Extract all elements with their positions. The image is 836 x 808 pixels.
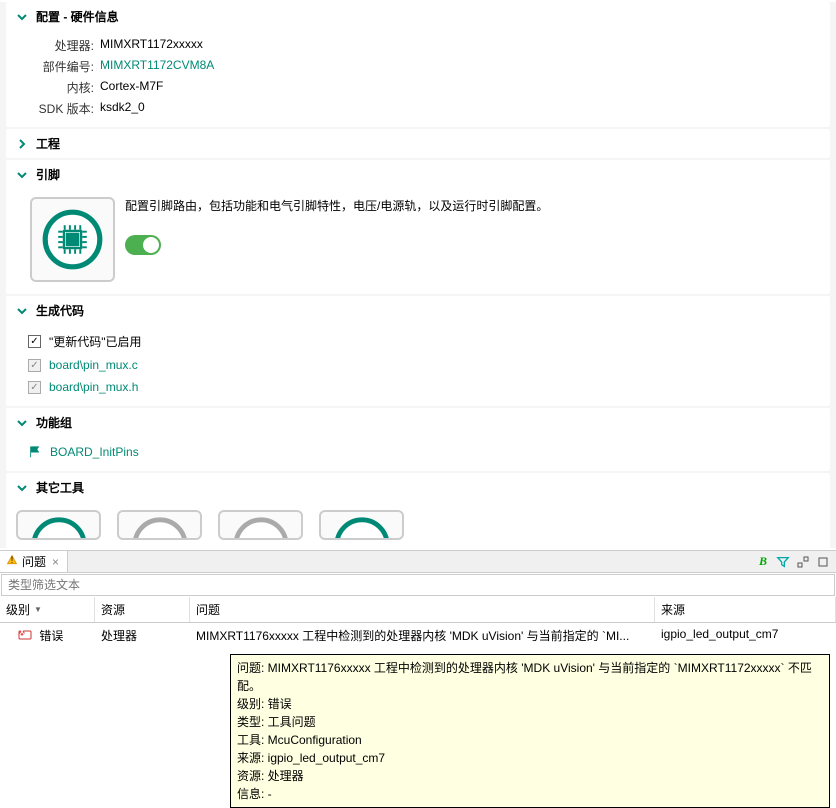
- config-header[interactable]: 配置 - 硬件信息: [6, 2, 830, 31]
- core-label: 内核:: [36, 79, 94, 96]
- tooltip-level: 级别: 错误: [237, 695, 823, 713]
- config-section: 配置 - 硬件信息 处理器: MIMXRT1172xxxxx 部件编号: MIMXR…: [6, 2, 830, 127]
- filter-button[interactable]: [774, 553, 792, 571]
- file-link[interactable]: board\pin_mux.c: [49, 358, 138, 372]
- file-checkbox[interactable]: [28, 381, 41, 394]
- tooltip-type: 类型: 工具问题: [237, 713, 823, 731]
- problems-tab[interactable]: ! 问题 ×: [0, 551, 68, 572]
- table-row[interactable]: x 错误 处理器 MIMXRT1176xxxxx 工程中检测到的处理器内核 'M…: [0, 623, 836, 648]
- other-title: 其它工具: [36, 479, 84, 496]
- resource-value: 处理器: [95, 623, 190, 648]
- maximize-icon[interactable]: [814, 553, 832, 571]
- tooltip: 问题: MIMXRT1176xxxxx 工程中检测到的处理器内核 'MDK uV…: [230, 654, 830, 808]
- project-header[interactable]: 工程: [6, 129, 830, 158]
- svg-text:x: x: [19, 628, 25, 638]
- part-label: 部件编号:: [36, 58, 94, 75]
- gencode-header[interactable]: 生成代码: [6, 296, 830, 325]
- gencode-section: 生成代码 "更新代码"已启用 board\pin_mux.c board\pin…: [6, 296, 830, 406]
- update-code-checkbox[interactable]: [28, 335, 41, 348]
- problems-panel: ! 问题 × B 级别▼ 资源 问题 来源 x: [0, 550, 836, 808]
- col-level[interactable]: 级别▼: [0, 597, 95, 622]
- tab-label: 问题: [22, 553, 46, 570]
- col-resource[interactable]: 资源: [95, 597, 190, 622]
- sort-arrow-icon: ▼: [34, 605, 42, 614]
- chevron-right-icon: [16, 138, 28, 150]
- error-icon: x: [18, 628, 32, 640]
- tool-icon: [231, 515, 291, 540]
- chip-icon: [40, 207, 105, 272]
- col-problem[interactable]: 问题: [190, 597, 655, 622]
- tool-icon: [130, 515, 190, 540]
- project-section: 工程: [6, 129, 830, 158]
- problem-value: MIMXRT1176xxxxx 工程中检测到的处理器内核 'MDK uVisio…: [190, 623, 655, 648]
- chevron-down-icon: [16, 305, 28, 317]
- tooltip-info: 信息: -: [237, 785, 823, 803]
- tab-bar: ! 问题 × B: [0, 551, 836, 573]
- processor-value: MIMXRT1172xxxxx: [100, 37, 203, 54]
- config-title: 配置 - 硬件信息: [36, 8, 119, 25]
- project-title: 工程: [36, 135, 60, 152]
- gencode-title: 生成代码: [36, 302, 84, 319]
- update-code-label: "更新代码"已启用: [49, 333, 142, 350]
- tool-button-2[interactable]: [117, 510, 202, 540]
- chevron-down-icon: [16, 169, 28, 181]
- core-value: Cortex-M7F: [100, 79, 163, 96]
- filter-input[interactable]: [2, 575, 834, 595]
- pins-tool-button[interactable]: [30, 197, 115, 282]
- tool-button-3[interactable]: [218, 510, 303, 540]
- tool-icon: [332, 515, 392, 540]
- col-source[interactable]: 来源: [655, 597, 836, 622]
- tooltip-source: 来源: igpio_led_output_cm7: [237, 749, 823, 767]
- flag-icon: [28, 445, 42, 459]
- sdk-value: ksdk2_0: [100, 100, 145, 117]
- funcgroup-title: 功能组: [36, 414, 72, 431]
- part-value[interactable]: MIMXRT1172CVM8A: [100, 58, 214, 75]
- tool-button-4[interactable]: [319, 510, 404, 540]
- b-button[interactable]: B: [754, 553, 772, 571]
- other-header[interactable]: 其它工具: [6, 473, 830, 502]
- close-icon[interactable]: ×: [50, 555, 61, 569]
- pins-section: 引脚 配置引脚路由，包括功能和电气引脚特性，电压/电源轨，以及运行时引脚配置。: [6, 160, 830, 294]
- pins-toggle[interactable]: [125, 235, 161, 255]
- func-item[interactable]: BOARD_InitPins: [50, 445, 139, 459]
- tooltip-problem: 问题: MIMXRT1176xxxxx 工程中检测到的处理器内核 'MDK uV…: [237, 659, 823, 695]
- pins-header[interactable]: 引脚: [6, 160, 830, 189]
- funcgroup-section: 功能组 BOARD_InitPins: [6, 408, 830, 471]
- pins-title: 引脚: [36, 166, 60, 183]
- tool-button-1[interactable]: [16, 510, 101, 540]
- file-link[interactable]: board\pin_mux.h: [49, 380, 138, 394]
- tooltip-resource: 资源: 处理器: [237, 767, 823, 785]
- tooltip-tool: 工具: McuConfiguration: [237, 731, 823, 749]
- sdk-label: SDK 版本:: [36, 100, 94, 117]
- chevron-down-icon: [16, 417, 28, 429]
- processor-label: 处理器:: [36, 37, 94, 54]
- pins-description: 配置引脚路由，包括功能和电气引脚特性，电压/电源轨，以及运行时引脚配置。: [125, 197, 820, 215]
- svg-text:!: !: [11, 555, 14, 565]
- warning-icon: !: [6, 554, 18, 569]
- minimize-icon[interactable]: [794, 553, 812, 571]
- chevron-down-icon: [16, 11, 28, 23]
- level-value: 错误: [39, 629, 63, 643]
- tool-icon: [29, 515, 89, 540]
- source-value: igpio_led_output_cm7: [655, 623, 836, 648]
- file-checkbox[interactable]: [28, 359, 41, 372]
- other-section: 其它工具: [6, 473, 830, 548]
- funcgroup-header[interactable]: 功能组: [6, 408, 830, 437]
- chevron-down-icon: [16, 482, 28, 494]
- table-header: 级别▼ 资源 问题 来源: [0, 597, 836, 623]
